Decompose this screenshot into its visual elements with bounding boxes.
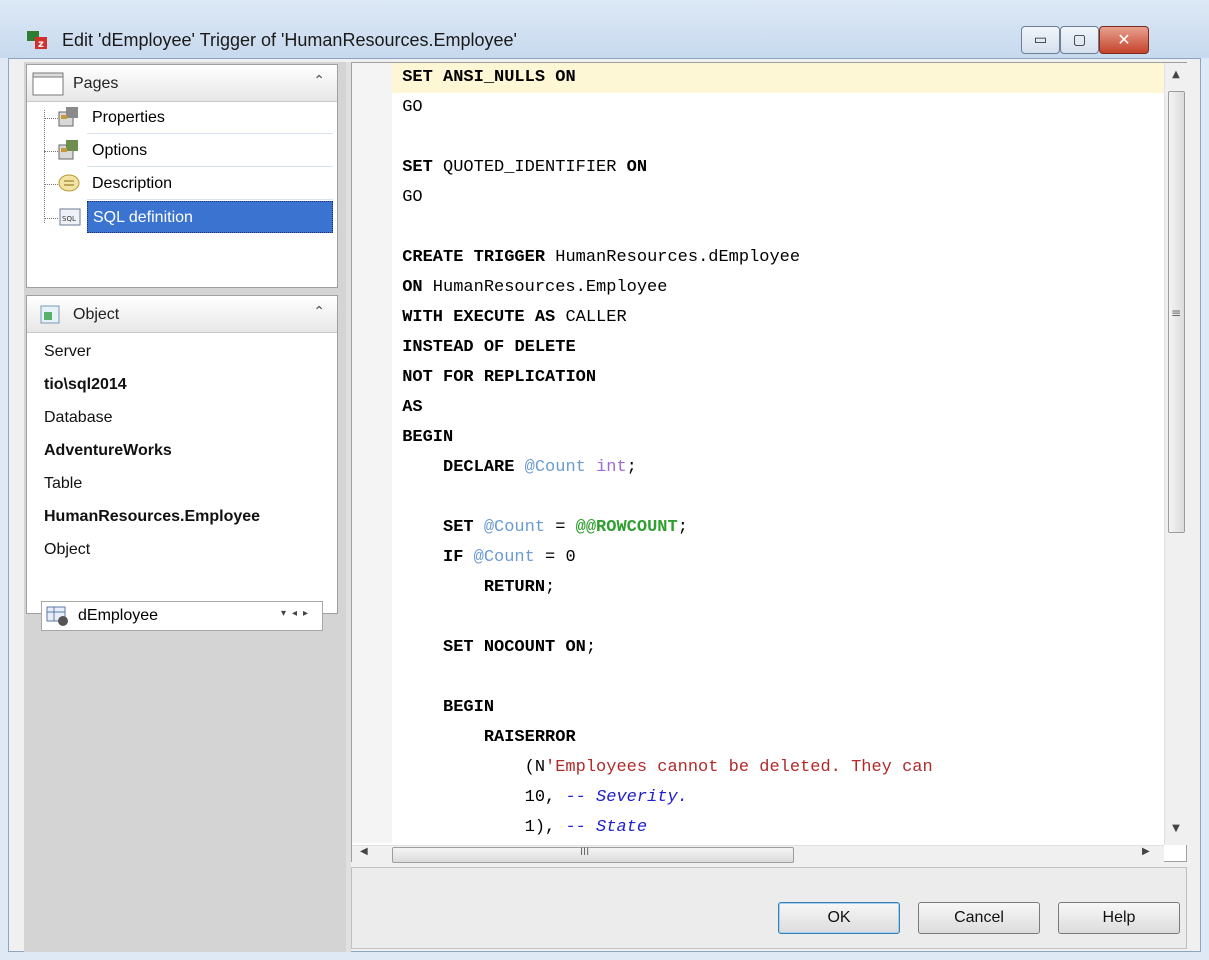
collapse-icon[interactable]: ⌃ <box>313 73 325 89</box>
scroll-grip-icon: III <box>580 846 590 858</box>
table-label: Table <box>44 475 83 492</box>
code-line[interactable]: IF @Count = 0 <box>392 543 1164 573</box>
tree-item-description[interactable]: Description <box>58 168 333 200</box>
code-line[interactable]: GO <box>392 183 1164 213</box>
help-button[interactable]: Help <box>1058 902 1180 934</box>
window-title: Edit 'dEmployee' Trigger of 'HumanResour… <box>62 30 517 50</box>
code-line[interactable]: WITH EXECUTE AS CALLER <box>392 303 1164 333</box>
code-line[interactable]: CREATE TRIGGER HumanResources.dEmployee <box>392 243 1164 273</box>
object-panel-title: Object <box>73 306 120 323</box>
code-line[interactable]: SET NOCOUNT ON; <box>392 633 1164 663</box>
minimize-button[interactable]: ▭ <box>1021 26 1060 54</box>
tree-item-label: Options <box>92 142 148 159</box>
vertical-scrollbar[interactable]: ▲ ≡ ▼ <box>1164 63 1187 845</box>
options-icon <box>58 140 78 160</box>
code-line[interactable]: 1), -- State <box>392 813 1164 843</box>
properties-icon <box>58 107 78 127</box>
left-sidebar: Pages ⌃ Properties Options Description S… <box>24 62 346 952</box>
code-line[interactable]: (N'Employees cannot be deleted. They can <box>392 753 1164 783</box>
tree-item-label: Properties <box>92 109 165 126</box>
object-label: Object <box>44 541 91 558</box>
code-line[interactable]: RAISERROR <box>392 723 1164 753</box>
tree-connector <box>44 151 58 152</box>
editor-gutter <box>352 63 392 843</box>
dialog-window: z Edit 'dEmployee' Trigger of 'HumanReso… <box>0 0 1209 960</box>
trigger-app-icon: z <box>27 31 47 50</box>
scroll-up-icon[interactable]: ▲ <box>1165 69 1187 80</box>
sql-icon: SQL <box>59 208 81 226</box>
table-value: HumanResources.Employee <box>44 508 261 525</box>
minimize-icon: ▭ <box>1033 32 1048 48</box>
code-line[interactable]: SET ANSI_NULLS ON <box>392 63 1164 93</box>
object-select-value: dEmployee <box>78 607 159 624</box>
code-line[interactable]: 10, -- Severity. <box>392 783 1164 813</box>
sql-editor[interactable]: SET ANSI_NULLS ON GO SET QUOTED_IDENTIFI… <box>351 62 1187 863</box>
pages-tree: Properties Options Description SQL SQL d… <box>27 102 337 287</box>
svg-text:z: z <box>38 39 44 50</box>
code-line[interactable]: SET QUOTED_IDENTIFIER ON <box>392 153 1164 183</box>
tree-item-sql-definition[interactable]: SQL SQL definition <box>59 201 333 233</box>
code-line[interactable] <box>392 213 1164 243</box>
scroll-left-icon[interactable]: ◀ <box>360 846 368 857</box>
button-bar: OK Cancel Help <box>351 867 1187 949</box>
code-line[interactable]: INSTEAD OF DELETE <box>392 333 1164 363</box>
description-icon <box>58 174 80 192</box>
scroll-right-icon[interactable]: ▶ <box>1142 846 1150 857</box>
close-icon: ✕ <box>1117 30 1131 49</box>
maximize-button[interactable]: ▢ <box>1060 26 1099 54</box>
scroll-down-icon[interactable]: ▼ <box>1165 823 1187 834</box>
svg-text:SQL: SQL <box>62 215 76 223</box>
code-line[interactable] <box>392 483 1164 513</box>
close-button[interactable]: ✕ <box>1099 26 1149 54</box>
code-line[interactable]: RETURN; <box>392 573 1164 603</box>
object-properties: Server tio\sql2014 Database AdventureWor… <box>27 333 337 631</box>
code-line[interactable] <box>392 663 1164 693</box>
title-bar[interactable]: z Edit 'dEmployee' Trigger of 'HumanReso… <box>0 0 1209 58</box>
pages-panel: Pages ⌃ Properties Options Description S… <box>26 64 338 288</box>
database-value: AdventureWorks <box>44 442 172 459</box>
pages-panel-title: Pages <box>73 75 119 92</box>
code-line[interactable]: BEGIN <box>392 693 1164 723</box>
server-value: tio\sql2014 <box>44 376 127 393</box>
horizontal-scrollbar[interactable]: ◀ III ▶ <box>352 845 1164 863</box>
tree-item-label: Description <box>92 175 173 192</box>
server-label: Server <box>44 343 92 360</box>
maximize-icon: ▢ <box>1072 32 1087 48</box>
code-line[interactable]: DECLARE @Count int; <box>392 453 1164 483</box>
code-line[interactable]: BEGIN <box>392 423 1164 453</box>
scroll-grip-icon: ≡ <box>1170 306 1182 320</box>
object-icon <box>40 305 60 324</box>
code-line[interactable]: SET @Count = @@ROWCOUNT; <box>392 513 1164 543</box>
collapse-icon[interactable]: ⌃ <box>313 304 325 320</box>
pages-panel-header[interactable]: Pages ⌃ <box>27 65 337 102</box>
trigger-icon <box>46 606 68 626</box>
code-line[interactable] <box>392 603 1164 633</box>
horizontal-scroll-thumb[interactable] <box>392 847 794 863</box>
object-panel-header[interactable]: Object ⌃ <box>27 296 337 333</box>
code-line[interactable]: ON HumanResources.Employee <box>392 273 1164 303</box>
tree-connector <box>44 218 58 219</box>
database-label: Database <box>44 409 113 426</box>
cancel-button[interactable]: Cancel <box>918 902 1040 934</box>
ok-button[interactable]: OK <box>778 902 900 934</box>
object-select[interactable]: dEmployee ▾◂▸ <box>41 601 323 631</box>
tree-connector <box>44 118 58 119</box>
tree-item-label: SQL definition <box>93 209 193 226</box>
code-line[interactable]: AS <box>392 393 1164 423</box>
dialog-client-area: Pages ⌃ Properties Options Description S… <box>8 58 1201 952</box>
tree-item-properties[interactable]: Properties <box>58 102 333 134</box>
tree-connector <box>44 184 58 185</box>
code-line[interactable] <box>392 123 1164 153</box>
code-line[interactable]: GO <box>392 93 1164 123</box>
tree-item-options[interactable]: Options <box>58 135 333 167</box>
object-panel: Object ⌃ Server tio\sql2014 Database Adv… <box>26 295 338 631</box>
pages-icon <box>32 72 64 96</box>
combo-nav-icon[interactable]: ▾◂▸ <box>281 608 314 619</box>
sql-code-area[interactable]: SET ANSI_NULLS ON GO SET QUOTED_IDENTIFI… <box>392 63 1164 845</box>
tree-connector <box>44 110 45 223</box>
code-line[interactable]: NOT FOR REPLICATION <box>392 363 1164 393</box>
